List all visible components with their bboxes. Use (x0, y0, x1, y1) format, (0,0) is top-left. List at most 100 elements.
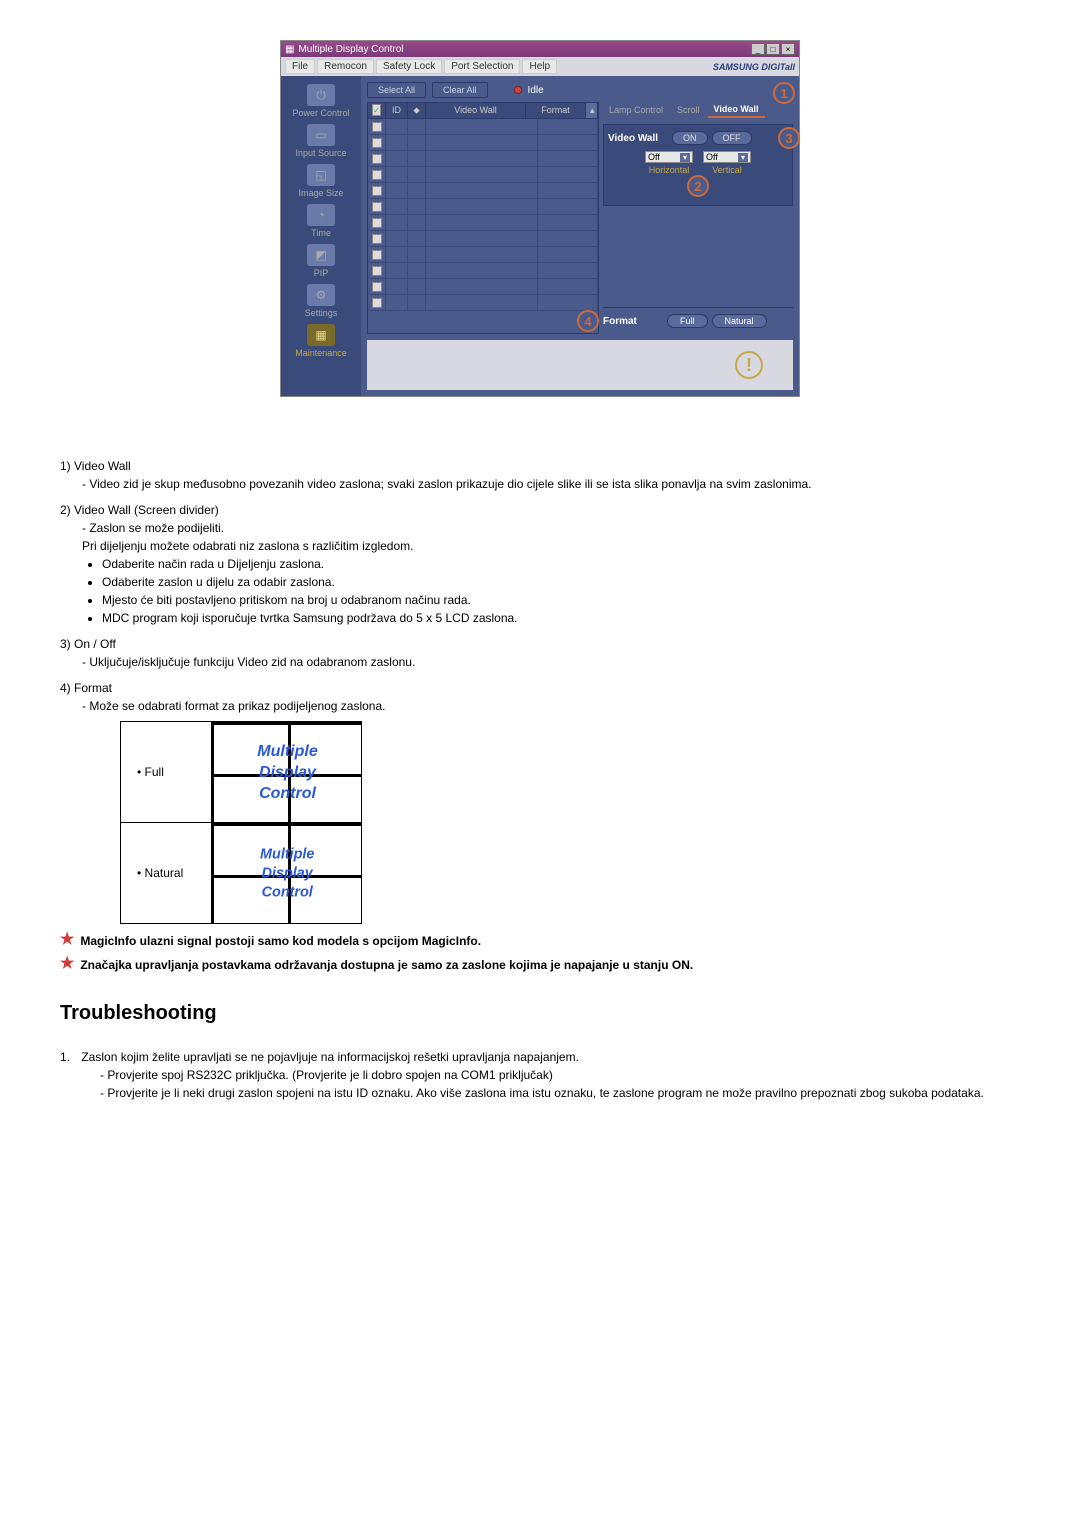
section-desc: - Može se odabrati format za prikaz podi… (60, 697, 1020, 715)
app-window: ▦ Multiple Display Control _ □ × File Re… (280, 40, 800, 397)
chevron-down-icon: ▾ (680, 153, 690, 162)
table-row[interactable] (368, 295, 598, 311)
table-row[interactable] (368, 119, 598, 135)
display-table: ID ⬥ Video Wall Format ▴ (367, 102, 599, 334)
menu-safety-lock[interactable]: Safety Lock (376, 59, 442, 74)
warning-icon: ! (735, 351, 763, 379)
note-1: ★ MagicInfo ulazni signal postoji samo k… (60, 932, 1020, 950)
select-all-button[interactable]: Select All (367, 82, 426, 98)
col-check[interactable] (368, 103, 386, 118)
star-icon: ★ (60, 956, 74, 974)
format-natural-image: MultipleDisplayControl (211, 823, 361, 923)
format-full-image: MultipleDisplayControl (211, 722, 361, 822)
sidebar-label: Input Source (285, 148, 357, 158)
scroll-up-icon[interactable]: ▴ (586, 103, 598, 118)
input-icon: ▭ (307, 124, 335, 146)
video-wall-on-button[interactable]: ON (672, 131, 708, 145)
format-full-button[interactable]: Full (667, 314, 708, 328)
format-full-row: Full MultipleDisplayControl (120, 721, 362, 823)
sidebar-label: Image Size (285, 188, 357, 198)
col-video-wall[interactable]: Video Wall (426, 103, 526, 118)
panel-tabs: Lamp Control Scroll Video Wall 1 (603, 102, 793, 118)
sidebar-image-size[interactable]: ◱ Image Size (285, 164, 357, 198)
idle-label: Idle (528, 85, 544, 96)
app-icon: ▦ (285, 44, 294, 55)
app-title: Multiple Display Control (298, 44, 403, 55)
titlebar: ▦ Multiple Display Control _ □ × (281, 41, 799, 57)
menu-remocon[interactable]: Remocon (317, 59, 374, 74)
sidebar-maintenance[interactable]: ▦ Maintenance (285, 324, 357, 358)
sidebar: ⏻ Power Control ▭ Input Source ◱ Image S… (281, 76, 361, 396)
sidebar-settings[interactable]: ⚙ Settings (285, 284, 357, 318)
idle-indicator-icon (514, 86, 522, 94)
close-button[interactable]: × (781, 43, 795, 55)
table-row[interactable] (368, 263, 598, 279)
sidebar-label: Time (285, 228, 357, 238)
maximize-button[interactable]: □ (766, 43, 780, 55)
col-format[interactable]: Format (526, 103, 586, 118)
vertical-select[interactable]: Off▾ (703, 151, 751, 163)
section-3: 3) On / Off - Uključuje/isključuje funkc… (60, 635, 1020, 671)
format-label: Format (603, 316, 663, 327)
video-wall-off-button[interactable]: OFF (712, 131, 752, 145)
settings-icon: ⚙ (307, 284, 335, 306)
trouble-sub: - Provjerite je li neki drugi zaslon spo… (60, 1084, 1020, 1102)
right-panel: Lamp Control Scroll Video Wall 1 Video W… (603, 102, 793, 334)
note-text: MagicInfo ulazni signal postoji samo kod… (80, 932, 481, 950)
bullet-item: Odaberite zaslon u dijelu za odabir zasl… (102, 573, 1020, 591)
table-row[interactable] (368, 199, 598, 215)
menu-help[interactable]: Help (522, 59, 557, 74)
table-row[interactable] (368, 167, 598, 183)
section-num: 1) (60, 459, 71, 473)
format-natural-label: Natural (121, 864, 211, 882)
sidebar-time[interactable]: ◔ Time (285, 204, 357, 238)
table-row[interactable] (368, 279, 598, 295)
chevron-down-icon: ▾ (738, 153, 748, 162)
note-text: Značajka upravljanja postavkama održavan… (80, 956, 693, 974)
sidebar-input-source[interactable]: ▭ Input Source (285, 124, 357, 158)
section-title: Format (74, 681, 112, 695)
table-row[interactable] (368, 247, 598, 263)
tab-scroll[interactable]: Scroll (671, 103, 706, 117)
menubar: File Remocon Safety Lock Port Selection … (281, 57, 799, 76)
maintenance-icon: ▦ (307, 324, 335, 346)
table-row[interactable] (368, 135, 598, 151)
brand-label: SAMSUNG DIGITall (713, 62, 795, 72)
sidebar-label: Power Control (285, 108, 357, 118)
tab-video-wall[interactable]: Video Wall (708, 102, 765, 118)
table-row[interactable] (368, 215, 598, 231)
section-desc: - Video zid je skup međusobno povezanih … (60, 475, 1020, 493)
menu-file[interactable]: File (285, 59, 315, 74)
trouble-num: 1. (60, 1048, 78, 1066)
marker-4: 4 (577, 310, 599, 332)
format-full-label: Full (121, 763, 211, 781)
bullet-item: Mjesto će biti postavljeno pritiskom na … (102, 591, 1020, 609)
col-id[interactable]: ID (386, 103, 408, 118)
star-icon: ★ (60, 932, 74, 950)
sidebar-power-control[interactable]: ⏻ Power Control (285, 84, 357, 118)
table-row[interactable] (368, 151, 598, 167)
section-desc: Pri dijeljenju možete odabrati niz zaslo… (60, 537, 1020, 555)
clear-all-button[interactable]: Clear All (432, 82, 488, 98)
table-row[interactable] (368, 183, 598, 199)
document-body: 1) Video Wall - Video zid je skup međuso… (60, 437, 1020, 1128)
horizontal-label: Horizontal (645, 165, 693, 175)
menu-port-selection[interactable]: Port Selection (444, 59, 520, 74)
horizontal-select[interactable]: Off▾ (645, 151, 693, 163)
tab-lamp-control[interactable]: Lamp Control (603, 103, 669, 117)
section-desc: - Zaslon se može podijeliti. (60, 519, 1020, 537)
main-area: Select All Clear All Idle ID ⬥ Video Wal… (361, 76, 799, 396)
table-row[interactable] (368, 231, 598, 247)
time-icon: ◔ (307, 204, 335, 226)
format-natural-button[interactable]: Natural (712, 314, 767, 328)
sidebar-label: PIP (285, 268, 357, 278)
troubleshooting-heading: Troubleshooting (60, 998, 1020, 1028)
power-icon: ⏻ (307, 84, 335, 106)
col-status[interactable]: ⬥ (408, 103, 426, 118)
vertical-label: Vertical (703, 165, 751, 175)
sidebar-pip[interactable]: ◩ PIP (285, 244, 357, 278)
trouble-sub: - Provjerite spoj RS232C priključka. (Pr… (60, 1066, 1020, 1084)
section-4: 4) Format - Može se odabrati format za p… (60, 679, 1020, 924)
note-2: ★ Značajka upravljanja postavkama održav… (60, 956, 1020, 974)
minimize-button[interactable]: _ (751, 43, 765, 55)
